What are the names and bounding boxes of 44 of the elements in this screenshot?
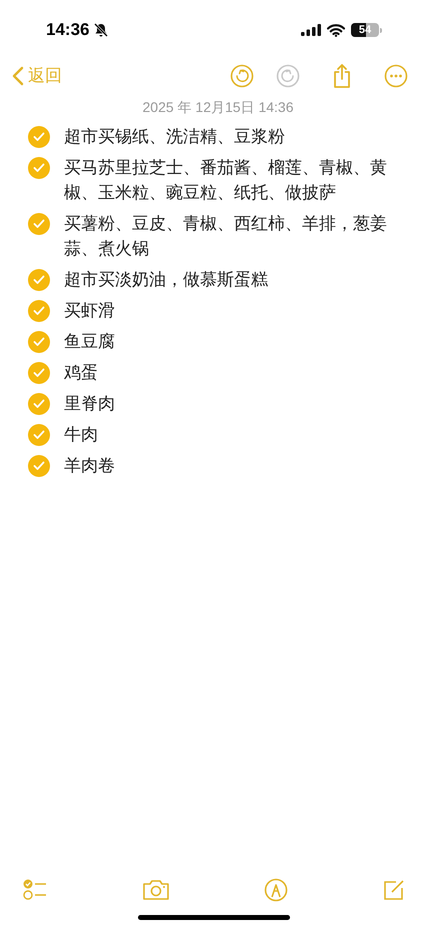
checklist-icon[interactable]	[22, 878, 48, 902]
checklist-item-text: 羊肉卷	[64, 455, 115, 477]
clock-time: 14:36	[46, 19, 90, 42]
checkmark-icon	[33, 461, 45, 471]
checkbox[interactable]	[28, 455, 50, 477]
checklist-item-text: 超市买淡奶油，做慕斯蛋糕	[64, 269, 268, 291]
checkbox[interactable]	[28, 213, 50, 235]
checkbox[interactable]	[28, 362, 50, 384]
checkbox[interactable]	[28, 300, 50, 322]
signal-icon	[301, 24, 321, 36]
checkmark-icon	[33, 337, 45, 347]
checkmark-icon	[33, 399, 45, 409]
checkbox[interactable]	[28, 126, 50, 148]
checklist-item-text: 买虾滑	[64, 300, 115, 322]
checklist-item-text: 里脊肉	[64, 393, 115, 415]
checkbox[interactable]	[28, 269, 50, 291]
share-icon[interactable]	[332, 63, 352, 89]
checklist-item-text: 买马苏里拉芝士、番茄酱、榴莲、青椒、黄椒、玉米粒、豌豆粒、纸托、做披萨	[64, 157, 388, 204]
checkmark-icon	[33, 163, 45, 173]
checkmark-icon	[33, 368, 45, 378]
checkmark-icon	[33, 275, 45, 285]
checklist-item-text: 超市买锡纸、洗洁精、豆浆粉	[64, 126, 285, 148]
checkmark-icon	[33, 132, 45, 142]
bell-slash-icon	[93, 22, 110, 38]
camera-icon[interactable]	[142, 879, 170, 901]
checklist-item-text: 买薯粉、豆皮、青椒、西红柿、羊排，葱姜蒜、煮火锅	[64, 213, 388, 260]
checkmark-icon	[33, 306, 45, 316]
checkmark-icon	[33, 219, 45, 229]
checklist-item-text: 鱼豆腐	[64, 331, 115, 353]
chevron-left-icon	[12, 66, 24, 86]
compose-icon[interactable]	[382, 878, 406, 902]
checkbox[interactable]	[28, 424, 50, 446]
checklist-item-text: 鸡蛋	[64, 362, 98, 384]
pen-nib-icon[interactable]	[264, 878, 288, 902]
wifi-icon	[327, 24, 345, 36]
checkbox[interactable]	[28, 157, 50, 179]
back-button[interactable]: 返回	[12, 63, 62, 89]
checkbox[interactable]	[28, 393, 50, 415]
checkbox[interactable]	[28, 331, 50, 353]
checklist-item-text: 牛肉	[64, 424, 98, 446]
checkmark-icon	[33, 430, 45, 440]
undo-button[interactable]	[230, 64, 254, 88]
note-date: 2025 年 12月15日 14:36	[142, 98, 294, 117]
more-icon[interactable]	[384, 64, 408, 88]
